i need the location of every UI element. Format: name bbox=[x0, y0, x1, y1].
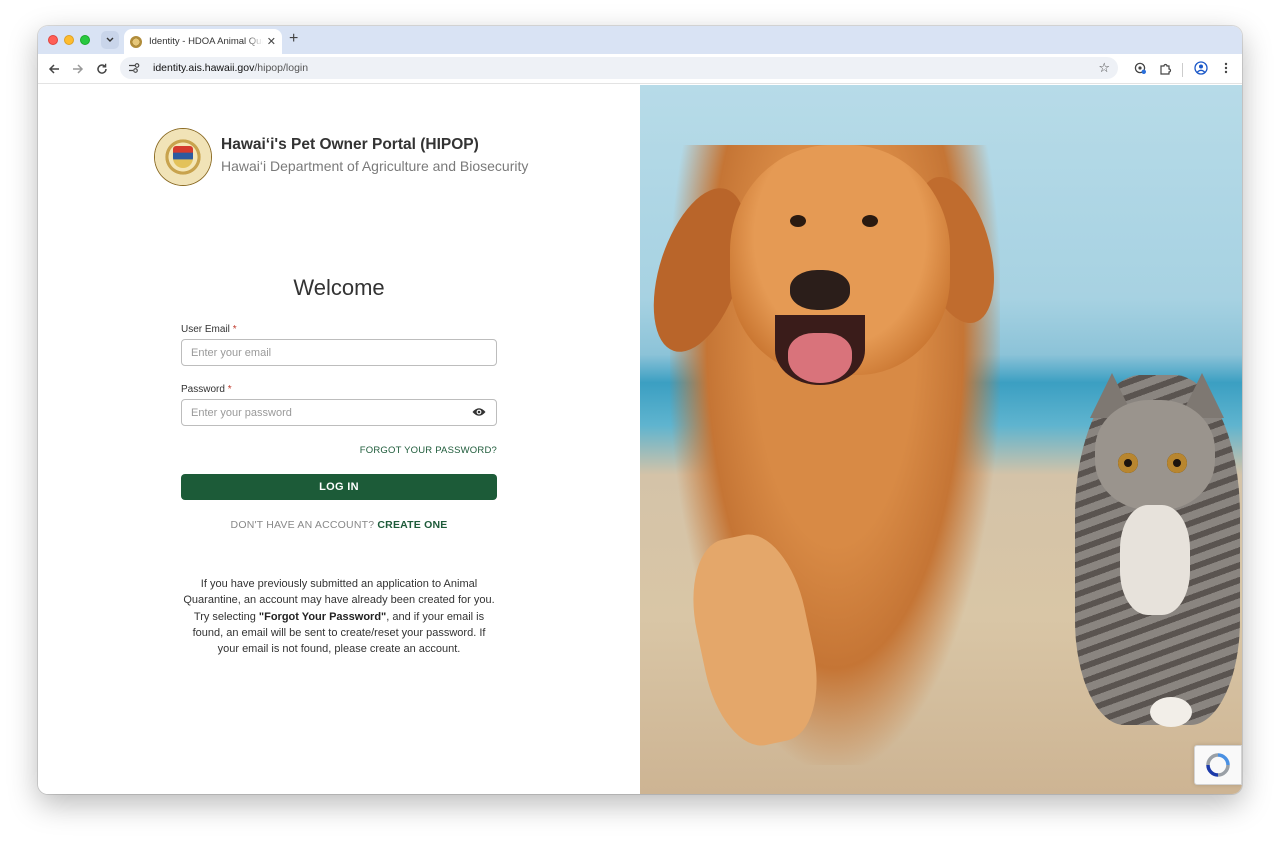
forward-button[interactable] bbox=[69, 60, 87, 78]
address-bar[interactable]: identity.ais.hawaii.gov/hipop/login ☆ bbox=[120, 57, 1118, 79]
new-tab-button[interactable]: + bbox=[289, 30, 298, 48]
cat-face-shape bbox=[1095, 400, 1215, 510]
site-info-icon[interactable] bbox=[128, 62, 140, 74]
url-path: /hipop/login bbox=[254, 62, 309, 74]
browser-window: Identity - HDOA Animal Quarantine ✕ + id… bbox=[38, 26, 1242, 794]
extensions-puzzle-icon[interactable] bbox=[1157, 60, 1173, 76]
cat-eye-shape bbox=[1167, 453, 1187, 473]
tab-title: Identity - HDOA Animal Quarantine bbox=[149, 36, 263, 47]
portal-title: Hawai‘i's Pet Owner Portal (HIPOP) bbox=[221, 136, 479, 153]
dog-eye-shape bbox=[790, 215, 806, 227]
seal-shield-icon bbox=[173, 146, 193, 168]
welcome-heading: Welcome bbox=[293, 275, 385, 300]
password-label: Password * bbox=[181, 384, 232, 395]
close-window-button[interactable] bbox=[48, 35, 58, 45]
dog-eye-shape bbox=[862, 215, 878, 227]
department-subtitle: Hawai‘i Department of Agriculture and Bi… bbox=[221, 158, 529, 174]
kebab-menu-icon[interactable] bbox=[1218, 60, 1234, 76]
email-label: User Email * bbox=[181, 324, 237, 335]
password-input[interactable] bbox=[181, 399, 497, 426]
dog-tongue-shape bbox=[788, 333, 852, 383]
tab-strip: Identity - HDOA Animal Quarantine ✕ + bbox=[38, 26, 1242, 54]
favicon-icon bbox=[130, 35, 142, 48]
cat-chest-shape bbox=[1120, 505, 1190, 615]
tab-search-button[interactable] bbox=[101, 31, 119, 49]
chevron-down-icon bbox=[106, 37, 114, 42]
hero-image-dog-and-cat-on-beach bbox=[640, 85, 1242, 794]
extension-lens-icon[interactable] bbox=[1132, 60, 1148, 76]
signup-prompt: DON'T HAVE AN ACCOUNT? CREATE ONE bbox=[181, 519, 497, 531]
forgot-password-link[interactable]: FORGOT YOUR PASSWORD? bbox=[317, 445, 497, 456]
url-text: identity.ais.hawaii.gov/hipop/login bbox=[153, 62, 308, 74]
state-seal-logo bbox=[155, 129, 211, 185]
maximize-window-button[interactable] bbox=[80, 35, 90, 45]
password-label-text: Password bbox=[181, 384, 225, 395]
reload-button[interactable] bbox=[93, 60, 111, 78]
login-panel: Hawai‘i's Pet Owner Portal (HIPOP) Hawai… bbox=[38, 85, 640, 794]
recaptcha-icon bbox=[1206, 753, 1230, 777]
recaptcha-badge[interactable] bbox=[1194, 745, 1242, 785]
email-label-text: User Email bbox=[181, 324, 230, 335]
url-host: identity.ais.hawaii.gov bbox=[153, 62, 255, 74]
create-account-link[interactable]: CREATE ONE bbox=[377, 519, 447, 531]
arrow-right-icon bbox=[73, 64, 84, 74]
tab-close-icon[interactable]: ✕ bbox=[267, 35, 276, 48]
cat-eye-shape bbox=[1118, 453, 1138, 473]
browser-toolbar: identity.ais.hawaii.gov/hipop/login ☆ bbox=[38, 54, 1242, 84]
minimize-window-button[interactable] bbox=[64, 35, 74, 45]
login-button[interactable]: LOG IN bbox=[181, 474, 497, 500]
page-content: Hawai‘i's Pet Owner Portal (HIPOP) Hawai… bbox=[38, 85, 1242, 794]
arrow-left-icon bbox=[48, 64, 59, 74]
dog-nose-shape bbox=[790, 270, 850, 310]
back-button[interactable] bbox=[45, 60, 63, 78]
profile-avatar-icon[interactable] bbox=[1193, 60, 1209, 76]
eye-icon[interactable] bbox=[472, 407, 486, 417]
signup-prompt-text: DON'T HAVE AN ACCOUNT? bbox=[230, 519, 375, 531]
info-paragraph: If you have previously submitted an appl… bbox=[181, 576, 497, 657]
toolbar-separator bbox=[1182, 63, 1183, 77]
required-marker: * bbox=[232, 324, 237, 335]
email-input[interactable] bbox=[181, 339, 497, 366]
info-bold-text: "Forgot Your Password" bbox=[258, 610, 387, 623]
cat-paw-shape bbox=[1150, 697, 1192, 727]
browser-tab[interactable]: Identity - HDOA Animal Quarantine ✕ bbox=[124, 29, 282, 54]
required-marker: * bbox=[227, 384, 232, 395]
bookmark-star-icon[interactable]: ☆ bbox=[1098, 60, 1110, 76]
reload-icon bbox=[97, 63, 107, 74]
